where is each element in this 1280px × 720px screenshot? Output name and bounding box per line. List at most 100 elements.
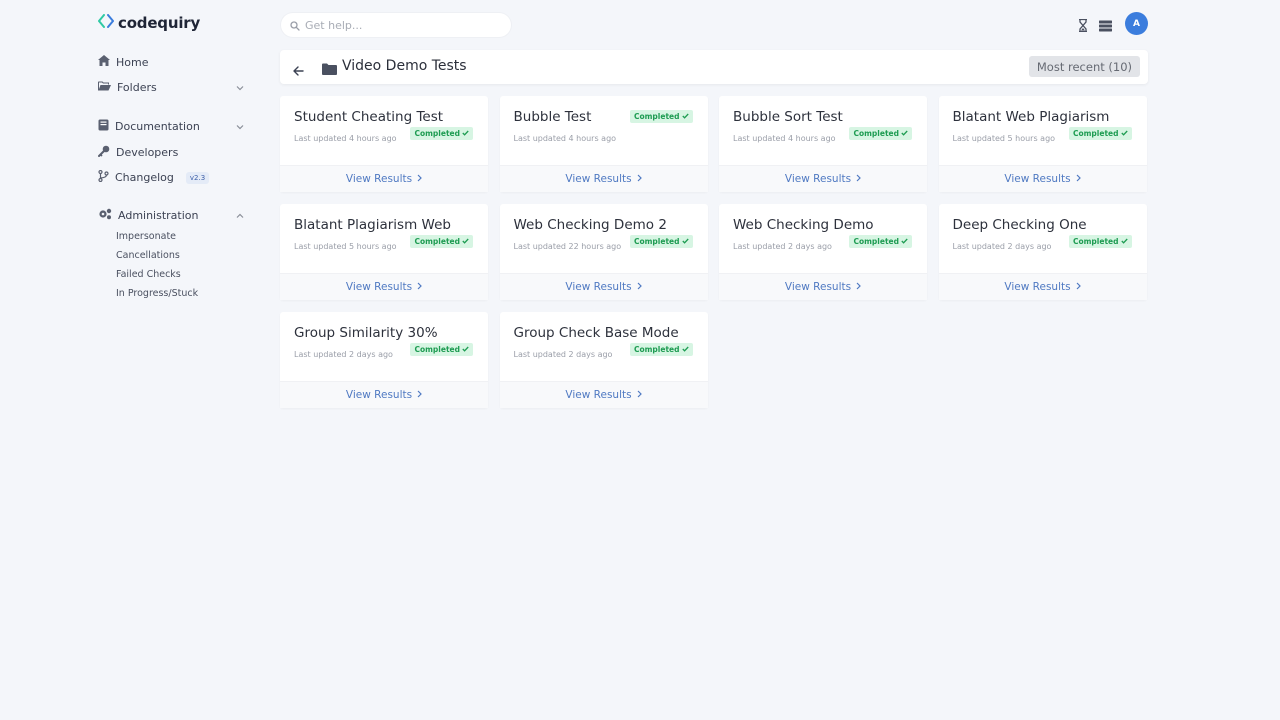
sidebar-subitem-failed-checks[interactable]: Failed Checks <box>116 269 181 280</box>
sidebar-item-home[interactable]: Home <box>98 55 244 69</box>
checkmark-icon <box>681 112 689 121</box>
server-list-icon[interactable] <box>1099 17 1112 36</box>
view-results-link[interactable]: View Results <box>499 381 708 408</box>
checkmark-icon <box>901 129 908 138</box>
check-card[interactable]: Group Check Base Mode Completed Last upd… <box>499 312 708 408</box>
folder-header: Video Demo Tests Most recent (10) <box>280 50 1148 84</box>
sidebar-item-administration[interactable]: Administration <box>98 208 244 223</box>
view-results-link[interactable]: View Results <box>938 273 1147 300</box>
brand-name: codequiry <box>118 13 201 32</box>
brand-logo[interactable]: codequiry <box>98 13 200 32</box>
status-badge: Completed <box>410 343 473 356</box>
sidebar-item-developers[interactable]: Developers <box>98 145 244 160</box>
status-label: Completed <box>633 237 680 246</box>
view-results-link[interactable]: View Results <box>499 273 708 300</box>
status-label: Completed <box>633 345 680 354</box>
sidebar-item-label: Home <box>116 55 149 69</box>
check-card[interactable]: Web Checking Demo Completed Last updated… <box>719 204 927 300</box>
view-results-link[interactable]: View Results <box>938 165 1147 192</box>
home-icon <box>98 55 110 69</box>
card-title[interactable]: Bubble Test <box>514 109 592 125</box>
card-title[interactable]: Web Checking Demo 2 <box>514 217 667 233</box>
status-label: Completed <box>1072 129 1119 138</box>
status-badge: Completed <box>849 127 912 140</box>
sidebar-item-documentation[interactable]: Documentation <box>98 119 244 134</box>
chevron-right-icon <box>637 389 642 401</box>
check-card[interactable]: Bubble Test Completed Last updated 4 hou… <box>499 96 708 192</box>
check-card[interactable]: Student Cheating Test Completed Last upd… <box>280 96 488 192</box>
status-badge: Completed <box>629 343 693 356</box>
sidebar-item-label: Folders <box>117 81 157 94</box>
sidebar-subitem-cancellations[interactable]: Cancellations <box>116 250 180 261</box>
last-updated: Last updated 4 hours ago <box>294 134 397 143</box>
chevron-right-icon <box>1076 173 1081 185</box>
view-results-link[interactable]: View Results <box>499 165 708 192</box>
view-results-link[interactable]: View Results <box>280 165 488 192</box>
last-updated: Last updated 2 days ago <box>294 350 393 359</box>
chevron-down-icon[interactable] <box>236 81 244 94</box>
checkmark-icon <box>681 237 689 246</box>
sidebar-item-label: Developers <box>116 146 179 159</box>
check-card[interactable]: Deep Checking One Completed Last updated… <box>938 204 1147 300</box>
status-label: Completed <box>414 345 460 354</box>
avatar[interactable]: A <box>1125 12 1148 35</box>
view-results-label: View Results <box>1004 281 1071 293</box>
sidebar-item-label: Administration <box>118 209 199 222</box>
checkmark-icon <box>1120 237 1128 246</box>
sort-dropdown-button[interactable]: Most recent (10) <box>1028 56 1140 77</box>
chevron-right-icon <box>417 281 422 293</box>
status-badge: Completed <box>1068 127 1132 140</box>
check-card[interactable]: Web Checking Demo 2 Completed Last updat… <box>499 204 708 300</box>
chevron-right-icon <box>1076 281 1081 293</box>
sidebar-item-folders[interactable]: Folders <box>98 81 244 94</box>
chevron-up-icon[interactable] <box>236 209 244 222</box>
view-results-link[interactable]: View Results <box>719 273 927 300</box>
card-title[interactable]: Student Cheating Test <box>294 109 443 125</box>
status-badge: Completed <box>849 235 912 248</box>
view-results-link[interactable]: View Results <box>719 165 927 192</box>
version-badge: v2.3 <box>185 171 210 184</box>
check-card[interactable]: Group Similarity 30% Completed Last upda… <box>280 312 488 408</box>
view-results-label: View Results <box>345 173 413 185</box>
last-updated: Last updated 5 hours ago <box>294 242 397 251</box>
card-title[interactable]: Group Similarity 30% <box>294 325 438 341</box>
view-results-label: View Results <box>345 389 413 401</box>
chevron-right-icon <box>856 173 861 185</box>
checkmark-icon <box>681 345 689 354</box>
chevron-down-icon[interactable] <box>236 120 244 133</box>
gears-icon <box>98 208 112 223</box>
sidebar-subitem-impersonate[interactable]: Impersonate <box>116 231 176 242</box>
status-label: Completed <box>414 237 460 246</box>
card-title[interactable]: Blatant Web Plagiarism <box>953 109 1110 125</box>
checkmark-icon <box>462 237 469 246</box>
card-title[interactable]: Deep Checking One <box>953 217 1087 233</box>
sidebar-subitem-in-progress-stuck[interactable]: In Progress/Stuck <box>116 288 198 299</box>
sidebar-item-changelog[interactable]: Changelog v2.3 <box>98 169 244 185</box>
status-label: Completed <box>853 129 899 138</box>
card-title[interactable]: Web Checking Demo <box>733 217 874 233</box>
checkmark-icon <box>462 129 469 138</box>
card-title[interactable]: Blatant Plagiarism Web <box>294 217 451 233</box>
hourglass-icon[interactable] <box>1078 17 1088 36</box>
back-arrow-icon[interactable] <box>293 61 304 80</box>
view-results-link[interactable]: View Results <box>280 273 488 300</box>
chevron-right-icon <box>637 281 642 293</box>
status-badge: Completed <box>410 235 473 248</box>
view-results-label: View Results <box>784 173 852 185</box>
last-updated: Last updated 5 hours ago <box>952 134 1056 143</box>
check-card[interactable]: Blatant Web Plagiarism Completed Last up… <box>938 96 1147 192</box>
view-results-label: View Results <box>784 281 852 293</box>
search-input[interactable] <box>305 18 495 32</box>
status-label: Completed <box>1072 237 1119 246</box>
card-title[interactable]: Group Check Base Mode <box>514 325 679 341</box>
view-results-label: View Results <box>345 281 413 293</box>
view-results-link[interactable]: View Results <box>280 381 488 408</box>
check-card[interactable]: Blatant Plagiarism Web Completed Last up… <box>280 204 488 300</box>
check-card[interactable]: Bubble Sort Test Completed Last updated … <box>719 96 927 192</box>
last-updated: Last updated 2 days ago <box>952 242 1052 251</box>
book-icon <box>98 119 109 134</box>
view-results-label: View Results <box>565 281 632 293</box>
card-title[interactable]: Bubble Sort Test <box>733 109 843 125</box>
status-badge: Completed <box>629 110 693 123</box>
search-bar[interactable] <box>281 13 511 37</box>
